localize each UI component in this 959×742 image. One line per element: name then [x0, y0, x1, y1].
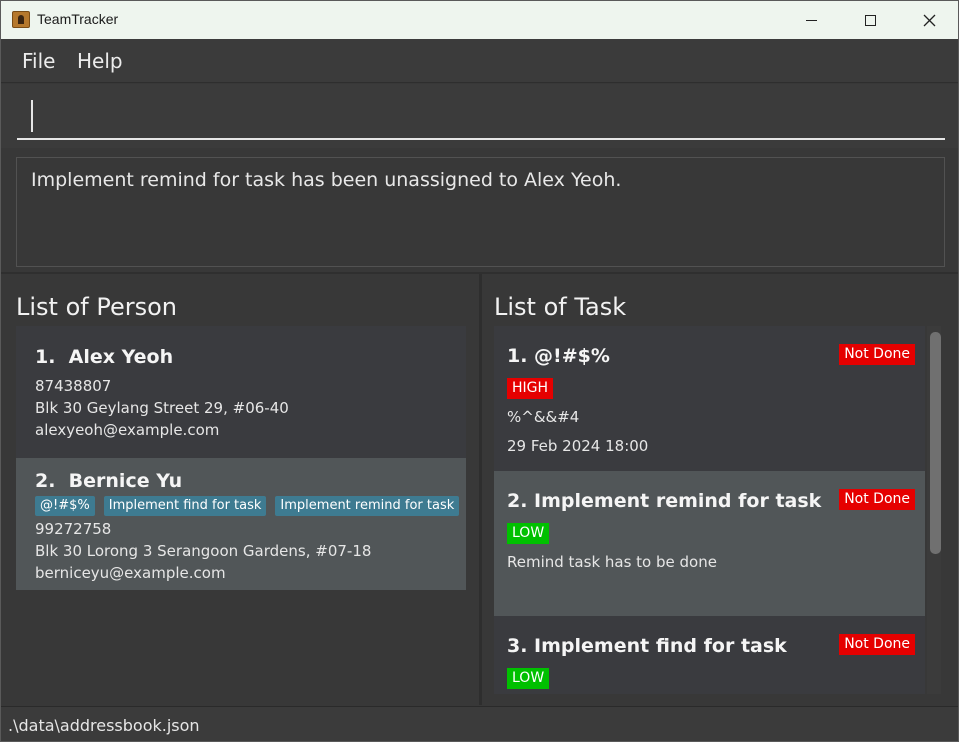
person-card[interactable]: 2. Bernice Yu @!#$% Implement find for t… — [16, 458, 466, 590]
title-bar: TeamTracker — [1, 1, 958, 39]
minimize-icon — [805, 19, 817, 21]
person-name: 2. Bernice Yu — [35, 470, 183, 492]
task-scrollbar-thumb[interactable] — [930, 332, 941, 554]
person-phone: 87438807 — [35, 377, 112, 395]
person-email: berniceyu@example.com — [35, 564, 226, 582]
person-email: alexyeoh@example.com — [35, 421, 220, 439]
close-button[interactable] — [900, 1, 958, 39]
person-tags: @!#$% Implement find for task Implement … — [35, 496, 460, 516]
maximize-button[interactable] — [841, 1, 899, 39]
menu-file[interactable]: File — [22, 49, 55, 73]
person-phone: 99272758 — [35, 520, 112, 538]
task-deadline: 29 Feb 2024 18:00 — [507, 437, 649, 455]
panel-split-handle[interactable] — [479, 274, 482, 705]
person-card-icon — [12, 11, 30, 28]
person-address: Blk 30 Geylang Street 29, #06-40 — [35, 399, 289, 417]
tag: Implement remind for task — [275, 496, 460, 516]
task-card[interactable]: 1. @!#$% Not Done HIGH %^&&#4 29 Feb 202… — [494, 326, 925, 471]
command-box — [1, 84, 958, 148]
result-display: Implement remind for task has been unass… — [16, 157, 945, 267]
tag: Implement find for task — [103, 496, 267, 516]
close-icon — [923, 14, 935, 26]
maximize-icon — [864, 14, 876, 26]
status-bar: .\data\addressbook.json — [1, 706, 958, 741]
person-name: 1. Alex Yeoh — [35, 346, 174, 368]
priority-badge: LOW — [507, 523, 550, 544]
minimize-button[interactable] — [782, 1, 840, 39]
person-list-title: List of Person — [16, 293, 177, 321]
task-title: 3. Implement find for task — [507, 635, 787, 657]
menu-bar: File Help — [1, 39, 958, 83]
app-window: TeamTracker File Help Implement remind f… — [0, 0, 959, 742]
status-badge: Not Done — [839, 489, 915, 510]
person-card[interactable]: 1. Alex Yeoh 87438807 Blk 30 Geylang Str… — [16, 326, 466, 458]
task-list[interactable]: 1. @!#$% Not Done HIGH %^&&#4 29 Feb 202… — [494, 326, 927, 694]
person-list[interactable]: 1. Alex Yeoh 87438807 Blk 30 Geylang Str… — [16, 326, 466, 704]
task-list-title: List of Task — [494, 293, 627, 321]
priority-badge: LOW — [507, 668, 550, 689]
person-address: Blk 30 Lorong 3 Serangoon Gardens, #07-1… — [35, 542, 372, 560]
task-description: %^&&#4 — [507, 408, 580, 426]
tag: @!#$% — [35, 496, 95, 516]
priority-badge: HIGH — [507, 378, 554, 399]
status-badge: Not Done — [839, 344, 915, 365]
task-title: 1. @!#$% — [507, 345, 610, 367]
window-title: TeamTracker — [37, 11, 119, 27]
menu-help[interactable]: Help — [77, 49, 123, 73]
text-caret — [31, 100, 33, 132]
command-input[interactable] — [17, 96, 945, 140]
task-card[interactable]: 2. Implement remind for task Not Done LO… — [494, 471, 925, 616]
task-title: 2. Implement remind for task — [507, 490, 822, 512]
task-description: Remind task has to be done — [507, 553, 717, 571]
status-badge: Not Done — [839, 634, 915, 655]
task-card[interactable]: 3. Implement find for task Not Done LOW — [494, 616, 925, 694]
